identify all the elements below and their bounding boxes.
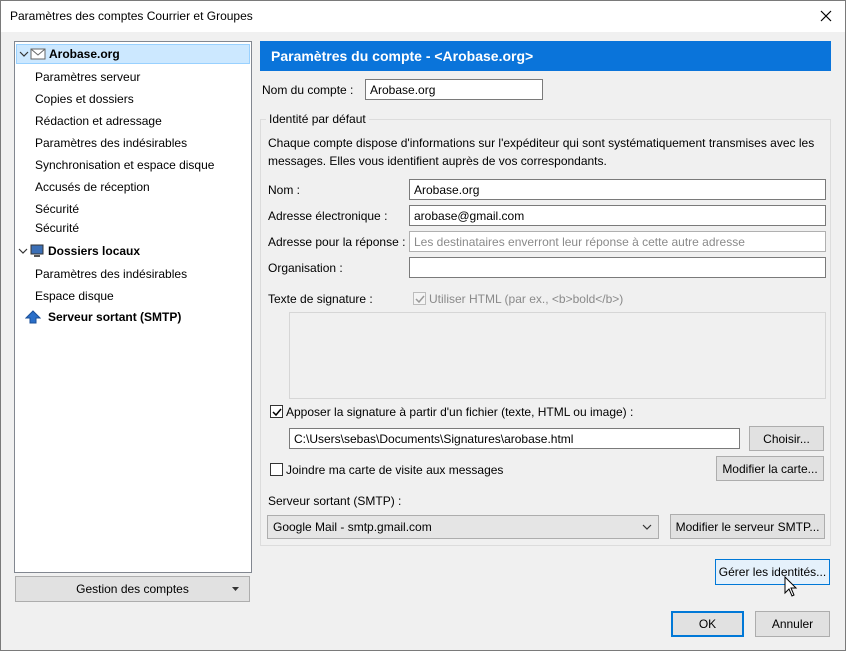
tree-item-local-junk[interactable]: Paramètres des indésirables [35,264,187,284]
name-label: Nom : [268,183,301,197]
tree-item-security-2[interactable]: Sécurité [35,218,79,238]
tree-item-label: Sécurité [35,202,80,216]
attach-signature-label: Apposer la signature à partir d'un fichi… [286,405,634,419]
reply-to-field[interactable]: Les destinataires enverront leur réponse… [409,231,826,252]
manage-identities-label: Gérer les identités... [718,565,827,579]
signature-label: Texte de signature : [268,292,373,306]
attach-vcard-checkbox[interactable] [270,463,283,476]
tree-item-label: Serveur sortant (SMTP) [48,310,182,324]
tree-item-smtp[interactable]: Serveur sortant (SMTP) [16,308,250,328]
panel-title: Paramètres du compte - <Arobase.org> [271,48,534,64]
tree-item-label: Espace disque [35,289,114,303]
reply-to-label: Adresse pour la réponse : [268,235,406,249]
smtp-select[interactable]: Google Mail - smtp.gmail.com [267,515,659,539]
edit-card-button[interactable]: Modifier la carte... [716,456,824,481]
window-title: Paramètres des comptes Courrier et Group… [10,9,253,23]
email-label: Adresse électronique : [268,209,388,223]
tree-item-label: Paramètres des indésirables [35,267,188,281]
manage-accounts-label: Gestion des comptes [76,582,189,596]
organization-field[interactable] [409,257,826,278]
title-bar: Paramètres des comptes Courrier et Group… [1,1,845,32]
choose-file-label: Choisir... [763,431,810,446]
cancel-button[interactable]: Annuler [755,611,830,637]
tree-item-label: Synchronisation et espace disque [35,158,215,172]
tree-item-label: Dossiers locaux [48,244,141,258]
cancel-label: Annuler [771,617,814,631]
name-field[interactable]: Arobase.org [409,179,826,200]
edit-smtp-button[interactable]: Modifier le serveur SMTP... [670,514,825,539]
use-html-label: Utiliser HTML (par ex., <b>bold</b>) [429,292,624,306]
smtp-label: Serveur sortant (SMTP) : [268,494,402,508]
tree-item-server-settings[interactable]: Paramètres serveur [35,67,140,87]
name-value: Arobase.org [414,182,480,197]
chevron-down-icon [642,524,652,530]
tree-item-label: Copies et dossiers [35,92,134,106]
manage-identities-button[interactable]: Gérer les identités... [715,559,830,585]
mail-account-icon [30,48,46,60]
tree-item-sync[interactable]: Synchronisation et espace disque [35,155,214,175]
ok-label: OK [698,617,717,631]
tree-item-disk-space[interactable]: Espace disque [35,286,114,306]
tree-item-label: Arobase.org [49,47,120,61]
checkmark-icon [272,408,282,417]
dropdown-arrow-icon [232,587,239,591]
signature-textarea[interactable] [289,312,826,399]
tree-item-label: Paramètres des indésirables [35,136,188,150]
reply-to-placeholder: Les destinataires enverront leur réponse… [414,234,745,249]
tree-item-label: Accusés de réception [35,180,150,194]
chevron-down-icon[interactable] [17,245,29,257]
tree-item-security[interactable]: Sécurité [35,199,79,219]
choose-file-button[interactable]: Choisir... [749,426,824,451]
account-name-value: Arobase.org [370,82,436,97]
smtp-selected-value: Google Mail - smtp.gmail.com [273,520,432,534]
mouse-cursor-icon [784,576,798,597]
tree-item-copies-folders[interactable]: Copies et dossiers [35,89,134,109]
edit-card-label: Modifier la carte... [722,461,818,476]
ok-button[interactable]: OK [671,611,744,637]
manage-accounts-button[interactable]: Gestion des comptes [15,576,250,602]
edit-smtp-label: Modifier le serveur SMTP... [675,519,820,534]
tree-item-junk[interactable]: Paramètres des indésirables [35,133,187,153]
signature-path-field[interactable]: C:\Users\sebas\Documents\Signatures\arob… [289,428,740,449]
computer-icon [30,244,44,257]
email-field[interactable]: arobase@gmail.com [409,205,826,226]
tree-item-account[interactable]: Arobase.org [16,44,250,64]
close-icon[interactable] [815,5,837,27]
tree-item-label: Paramètres serveur [35,70,141,84]
email-value: arobase@gmail.com [414,208,525,223]
tree-item-label: Rédaction et adressage [35,114,162,128]
organization-label: Organisation : [268,261,343,275]
tree-item-receipts[interactable]: Accusés de réception [35,177,150,197]
tree-item-composition[interactable]: Rédaction et adressage [35,111,162,131]
account-tree[interactable]: Arobase.org Paramètres serveur Copies et… [14,41,252,573]
checkmark-icon [415,295,425,304]
account-name-field[interactable]: Arobase.org [365,79,543,100]
signature-path-value: C:\Users\sebas\Documents\Signatures\arob… [294,431,574,446]
group-title: Identité par défaut [266,112,369,126]
tree-item-local-folders[interactable]: Dossiers locaux [16,242,250,262]
panel-header: Paramètres du compte - <Arobase.org> [260,41,831,71]
outgoing-server-icon [25,310,41,324]
attach-vcard-label: Joindre ma carte de visite aux messages [286,463,504,477]
identity-description: Chaque compte dispose d'informations sur… [268,136,815,168]
attach-signature-checkbox[interactable] [270,405,283,418]
account-name-label: Nom du compte : [262,83,354,97]
chevron-down-icon[interactable] [18,48,30,60]
tree-item-label: Sécurité [35,221,80,235]
settings-window: Paramètres des comptes Courrier et Group… [0,0,846,651]
use-html-checkbox[interactable] [413,292,426,305]
